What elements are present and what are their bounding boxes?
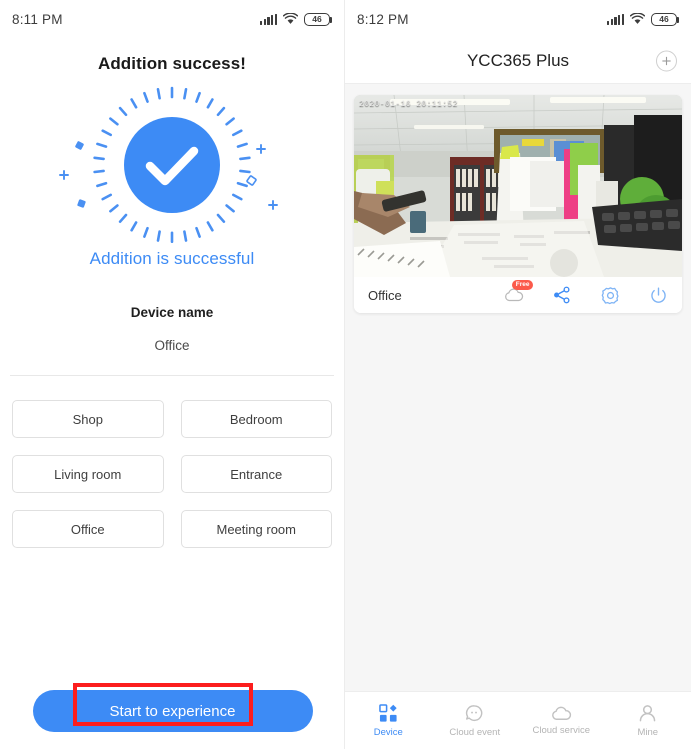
- status-time: 8:11 PM: [12, 11, 63, 27]
- tab-cloud-event[interactable]: Cloud event: [432, 704, 519, 738]
- bottom-tab-bar: Device Cloud event Cloud service Mine: [345, 691, 691, 749]
- battery-icon: 46: [651, 12, 679, 26]
- cloud-icon: [551, 706, 571, 720]
- video-timestamp: 2020-01-16 20:11:52: [359, 100, 458, 109]
- status-bar-right: 8:12 PM 46: [345, 0, 691, 38]
- camera-device-label: Office: [368, 287, 402, 303]
- app-title: YCC365 Plus: [466, 50, 570, 70]
- page-title: Addition success!: [97, 54, 247, 73]
- wifi-icon: [630, 13, 645, 24]
- settings-gear-icon: [601, 286, 619, 304]
- power-button[interactable]: [648, 285, 668, 305]
- status-icons: 46: [607, 12, 679, 26]
- room-preset-living-room[interactable]: Living room: [12, 455, 164, 493]
- wifi-icon: [283, 13, 298, 24]
- person-icon: [639, 704, 656, 721]
- check-circle-icon: [59, 86, 278, 243]
- battery-level: 46: [312, 14, 322, 24]
- tab-mine[interactable]: Mine: [605, 704, 691, 738]
- camera-card-controls: Office Free: [354, 277, 682, 313]
- room-preset-grid: Shop Bedroom Living room Entrance Office…: [0, 376, 344, 548]
- cloud-storage-button[interactable]: Free: [504, 280, 533, 305]
- signal-bars-icon: [260, 13, 277, 25]
- left-phone-screen: 8:11 PM 46 Addition success! Addition is…: [0, 0, 345, 749]
- free-badge: Free: [512, 280, 533, 290]
- grid-device-icon: [378, 703, 397, 722]
- cloud-icon: [505, 288, 524, 302]
- share-icon: [554, 286, 570, 304]
- camera-action-icons: Free: [504, 280, 668, 305]
- dual-screenshot-container: 8:11 PM 46 Addition success! Addition is…: [0, 0, 691, 749]
- room-preset-entrance[interactable]: Entrance: [180, 455, 332, 493]
- tab-cloud-service[interactable]: Cloud service: [518, 706, 605, 736]
- tab-device[interactable]: Device: [345, 703, 432, 738]
- camera-frame-image: [354, 95, 682, 277]
- signal-bars-icon: [607, 13, 624, 25]
- status-bar-left: 8:11 PM 46: [0, 0, 344, 38]
- add-device-button[interactable]: [656, 50, 677, 71]
- status-time: 8:12 PM: [357, 11, 409, 27]
- tab-cloud-service-label: Cloud service: [532, 724, 591, 736]
- battery-icon: 46: [304, 12, 332, 26]
- camera-live-thumbnail[interactable]: 2020-01-16 20:11:52: [354, 95, 682, 277]
- camera-card[interactable]: 2020-01-16 20:11:52 Office Free: [354, 95, 682, 313]
- app-bar: YCC365 Plus: [345, 38, 691, 84]
- success-illustration: [0, 78, 344, 243]
- room-preset-bedroom[interactable]: Bedroom: [180, 400, 332, 438]
- tab-cloud-event-label: Cloud event: [449, 726, 501, 738]
- device-name-label: Device name: [130, 305, 214, 320]
- tab-mine-label: Mine: [637, 726, 659, 738]
- settings-button[interactable]: [600, 285, 620, 305]
- room-preset-meeting-room[interactable]: Meeting room: [180, 510, 332, 548]
- cta-container: Start to experience: [0, 683, 345, 732]
- plus-icon: [662, 56, 671, 65]
- share-button[interactable]: [552, 285, 572, 305]
- status-icons: 46: [260, 12, 332, 26]
- start-to-experience-button[interactable]: Start to experience: [32, 690, 313, 732]
- device-name-value[interactable]: Office: [0, 338, 344, 353]
- tab-device-label: Device: [373, 726, 403, 738]
- room-preset-office[interactable]: Office: [12, 510, 164, 548]
- success-message: Addition is successful: [89, 249, 255, 268]
- chat-bubble-icon: [466, 704, 483, 721]
- right-phone-screen: 8:12 PM 46 YCC365 Plus 2020-01-16 20:11:…: [345, 0, 691, 749]
- battery-level: 46: [659, 14, 669, 24]
- room-preset-shop[interactable]: Shop: [12, 400, 164, 438]
- power-icon: [650, 287, 666, 303]
